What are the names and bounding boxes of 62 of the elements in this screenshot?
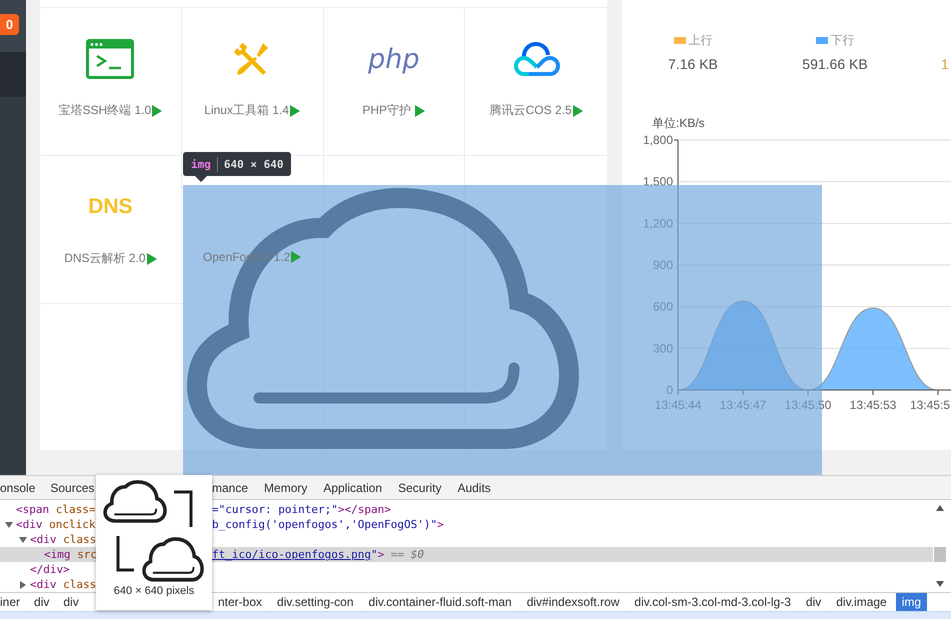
breadcrumb[interactable]: img bbox=[896, 593, 928, 612]
collapse-triangle-icon[interactable] bbox=[19, 536, 27, 544]
terminal-icon bbox=[86, 39, 134, 79]
breadcrumb[interactable]: div bbox=[63, 593, 79, 612]
code-text: ft_ico/ico-openfogos.png"> == $0 bbox=[212, 548, 424, 562]
notification-badge: 0 bbox=[0, 14, 19, 35]
legend-label: 下行 bbox=[830, 32, 854, 49]
breadcrumb[interactable]: div.image bbox=[830, 593, 893, 612]
logo-text: php bbox=[368, 44, 420, 74]
code-text: </div> bbox=[30, 563, 70, 576]
scroll-up-icon[interactable] bbox=[936, 505, 944, 512]
collapse-triangle-icon[interactable] bbox=[5, 521, 13, 530]
devtools-tab[interactable]: Sources bbox=[50, 480, 94, 495]
legend-label: 上行 bbox=[688, 32, 712, 49]
breadcrumb[interactable]: iner bbox=[0, 593, 20, 612]
breadcrumb[interactable]: div.col-sm-3.col-md-3.col-lg-3 bbox=[628, 593, 797, 612]
software-label[interactable]: 腾讯云COS 2.5 bbox=[490, 102, 572, 119]
devtools-tab[interactable]: mance bbox=[212, 480, 248, 495]
scroll-down-icon[interactable] bbox=[936, 581, 944, 588]
software-label[interactable]: DNS云解析 2.0 bbox=[64, 250, 146, 267]
unit-label: 单位:KB/s bbox=[652, 115, 706, 132]
code-text: b_config('openfogos','OpenFogOS')"> bbox=[212, 518, 444, 532]
traffic-value: 1 bbox=[941, 56, 949, 72]
scroll-thumb[interactable] bbox=[934, 546, 946, 562]
image-size-caption: 640 × 640 pixels bbox=[114, 585, 194, 597]
play-icon[interactable] bbox=[572, 104, 583, 116]
play-icon[interactable] bbox=[415, 104, 426, 116]
breadcrumb[interactable]: nter-box bbox=[212, 593, 268, 612]
play-icon[interactable] bbox=[291, 251, 302, 263]
breadcrumb[interactable]: div#indexsoft.row bbox=[520, 593, 626, 612]
breadcrumb[interactable]: div bbox=[800, 593, 828, 612]
y-tick-label: 1,800 bbox=[642, 133, 673, 147]
software-label[interactable]: Linux工具箱 1.4 bbox=[204, 102, 289, 119]
devtools-tab[interactable]: Audits bbox=[457, 480, 491, 495]
devtools-tab[interactable]: onsole bbox=[0, 480, 36, 495]
cloud-icon bbox=[184, 186, 582, 452]
y-tick-label: 1,500 bbox=[642, 174, 673, 189]
devtools-tab[interactable]: Security bbox=[398, 480, 442, 495]
code-text: <img src bbox=[44, 548, 97, 562]
x-tick-label: 13:45:53 bbox=[850, 398, 896, 412]
x-tick-label: 13:45:5 bbox=[910, 398, 950, 412]
software-label[interactable]: PHP守护 bbox=[362, 102, 414, 119]
play-icon[interactable] bbox=[152, 104, 162, 116]
traffic-value: 7.16 KB bbox=[668, 56, 718, 72]
code-text: <div class bbox=[30, 533, 96, 546]
traffic-value: 591.66 KB bbox=[802, 56, 868, 72]
breadcrumb[interactable]: div bbox=[34, 593, 50, 612]
software-label[interactable]: 宝塔SSH终端 1.0 bbox=[58, 102, 152, 119]
devtools-tab[interactable]: Application bbox=[323, 480, 382, 495]
code-text: <div class bbox=[30, 578, 96, 592]
expand-triangle-icon[interactable] bbox=[19, 581, 27, 590]
play-icon[interactable] bbox=[146, 252, 157, 264]
code-text: ="cursor: pointer;"></span> bbox=[212, 503, 391, 516]
cloud-logo-icon bbox=[511, 40, 562, 78]
devtools-tab[interactable]: Memory bbox=[264, 480, 308, 495]
breadcrumb[interactable]: div.container-fluid.soft-man bbox=[362, 593, 518, 612]
logo-text: DNS bbox=[88, 195, 133, 219]
tooltip-pointer-icon bbox=[195, 176, 207, 182]
play-icon[interactable] bbox=[290, 104, 300, 116]
code-text: <span class= bbox=[16, 503, 96, 516]
code-text: <div onclick bbox=[16, 518, 96, 532]
breadcrumb[interactable]: div.setting-con bbox=[271, 593, 360, 612]
